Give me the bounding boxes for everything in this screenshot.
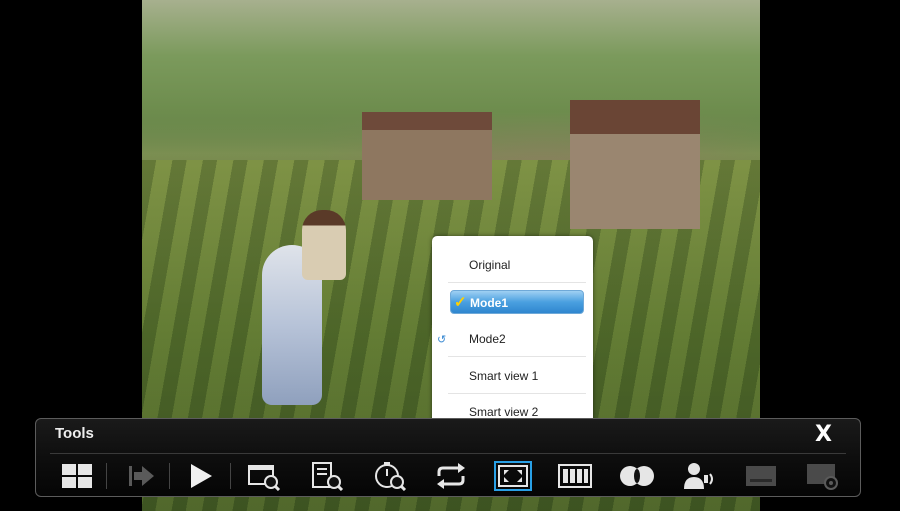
play-icon bbox=[191, 464, 212, 488]
time-search-button[interactable] bbox=[371, 459, 409, 493]
picture-size-button[interactable] bbox=[494, 461, 532, 491]
menu-item-mode2[interactable]: Mode2 bbox=[448, 321, 586, 357]
subtitle-disabled-icon bbox=[746, 466, 776, 486]
time-search-icon bbox=[375, 462, 407, 491]
grid-button[interactable] bbox=[58, 459, 96, 493]
menu-item-label: Original bbox=[469, 258, 511, 272]
tools-title: Tools bbox=[55, 425, 94, 442]
sound-mode-button[interactable] bbox=[618, 459, 656, 493]
settings-button[interactable] bbox=[804, 459, 842, 493]
menu-item-label: Smart view 2 bbox=[469, 405, 539, 419]
scene-search-button[interactable] bbox=[245, 459, 283, 493]
divider bbox=[106, 463, 107, 489]
repeat-button[interactable] bbox=[432, 459, 470, 493]
picture-size-menu: Original ✓ Mode1 ↺ Mode2 Smart view 1 Sm… bbox=[432, 236, 593, 443]
picture-mode-button[interactable] bbox=[556, 459, 594, 493]
sound-mode-icon bbox=[620, 466, 654, 486]
grid-icon bbox=[62, 464, 92, 488]
picture-size-icon bbox=[498, 465, 528, 487]
scene-search-icon bbox=[248, 465, 281, 491]
video-house-left bbox=[362, 112, 492, 200]
loop-icon: ↺ bbox=[437, 334, 447, 346]
divider bbox=[169, 463, 170, 489]
play-button[interactable] bbox=[181, 459, 219, 493]
audio-language-button[interactable] bbox=[680, 459, 718, 493]
next-button[interactable] bbox=[122, 459, 160, 493]
tools-panel: Tools X bbox=[35, 418, 861, 497]
menu-item-smart-view-1[interactable]: Smart view 1 bbox=[448, 358, 586, 394]
video-house-right bbox=[570, 100, 700, 229]
video-person-right bbox=[302, 210, 346, 280]
menu-item-original[interactable]: Original bbox=[448, 247, 586, 283]
divider bbox=[230, 463, 231, 489]
picture-mode-icon bbox=[558, 464, 592, 488]
menu-item-label: Smart view 1 bbox=[469, 369, 539, 383]
menu-item-label: Mode2 bbox=[469, 332, 506, 346]
subtitle-button[interactable] bbox=[742, 459, 780, 493]
repeat-icon bbox=[437, 463, 465, 489]
close-button[interactable]: X bbox=[815, 422, 832, 447]
next-disabled-icon bbox=[129, 466, 154, 486]
title-search-icon bbox=[312, 462, 344, 491]
menu-item-label: Mode1 bbox=[470, 296, 509, 310]
settings-disabled-icon bbox=[807, 464, 838, 490]
title-search-button[interactable] bbox=[308, 459, 346, 493]
divider bbox=[50, 453, 846, 454]
audio-language-icon bbox=[684, 463, 713, 489]
check-icon: ✓ bbox=[454, 294, 467, 311]
menu-item-mode1[interactable]: ✓ Mode1 bbox=[450, 290, 584, 314]
